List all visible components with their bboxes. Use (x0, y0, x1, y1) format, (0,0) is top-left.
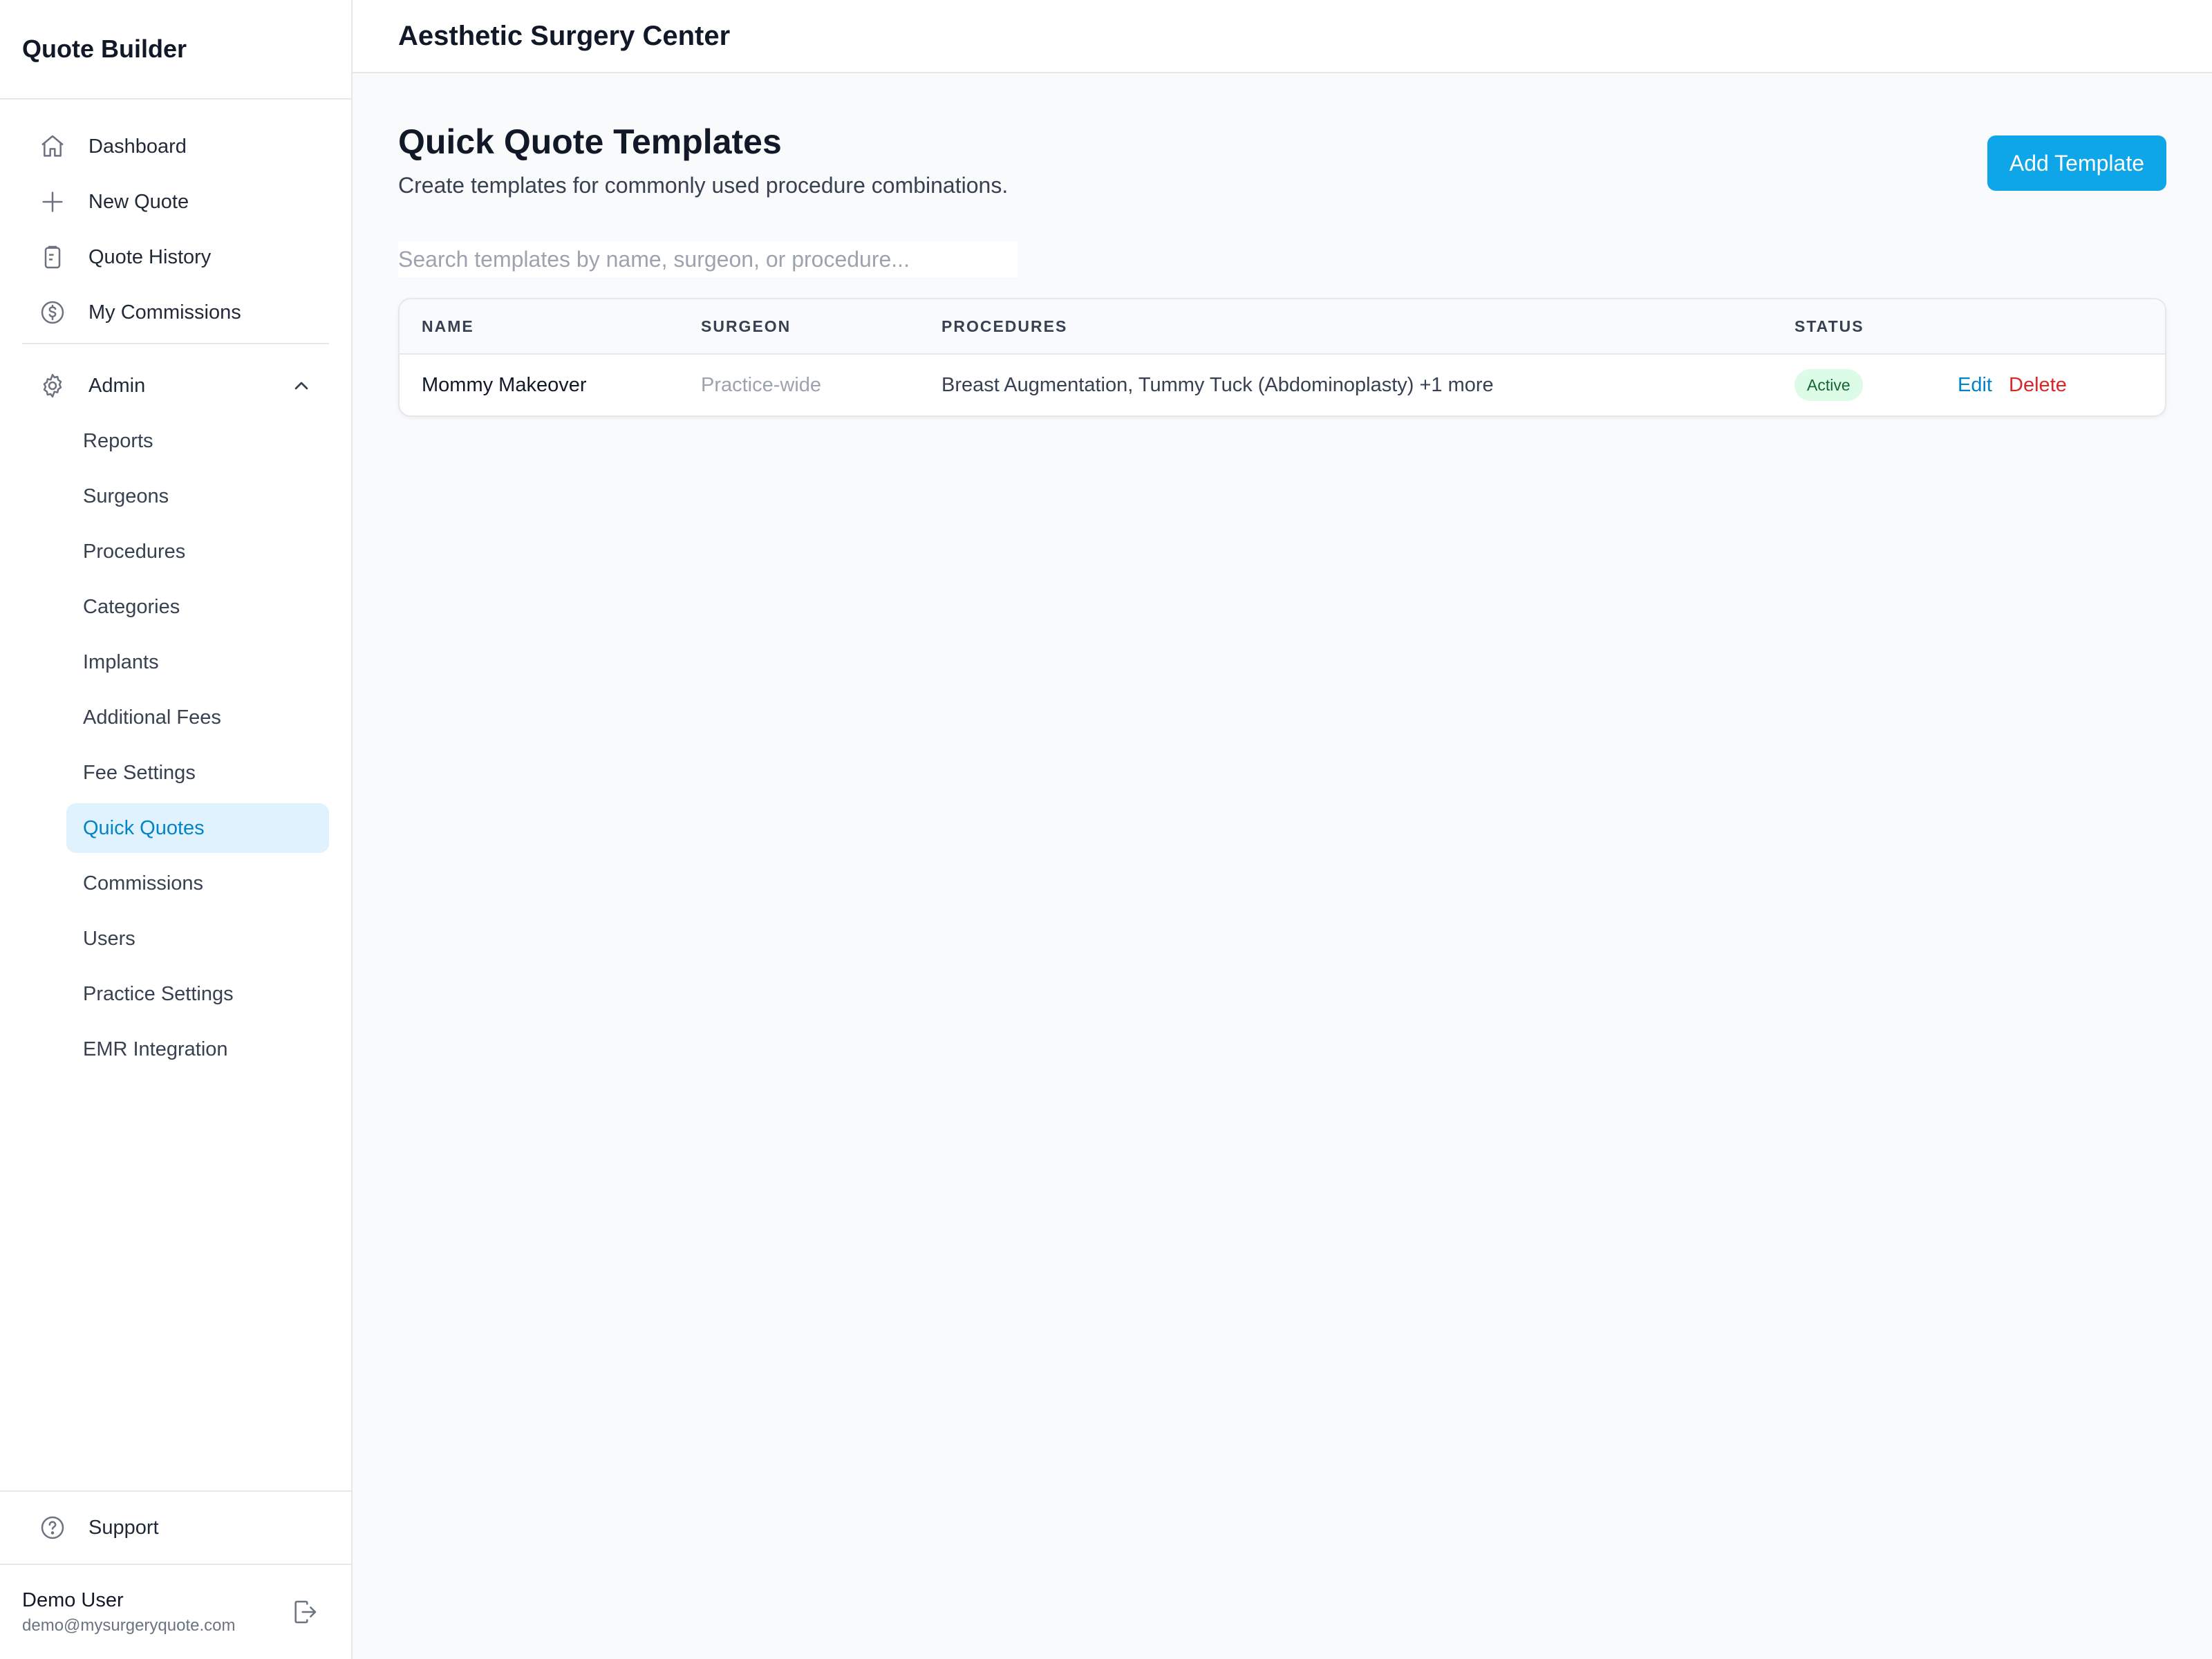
delete-link[interactable]: Delete (2009, 374, 2067, 396)
sidebar-item-procedures[interactable]: Procedures (66, 527, 329, 577)
sidebar-item-emr-integration[interactable]: EMR Integration (66, 1024, 329, 1074)
col-header-surgeon: SURGEON (701, 317, 791, 335)
sidebar-item-surgeons[interactable]: Surgeons (66, 471, 329, 521)
add-template-button[interactable]: Add Template (1987, 135, 2166, 191)
search-input[interactable] (398, 241, 1018, 277)
nav-divider (22, 343, 329, 344)
sidebar-item-label: Dashboard (88, 135, 187, 158)
page-content: Quick Quote Templates Create templates f… (353, 73, 2212, 417)
sidebar-item-implants[interactable]: Implants (66, 637, 329, 687)
sidebar-item-label: Admin (88, 374, 146, 397)
templates-table: NAME SURGEON PROCEDURES STATUS Mommy Mak… (398, 298, 2166, 417)
sidebar-item-new-quote[interactable]: New Quote (22, 177, 329, 227)
sidebar-item-my-commissions[interactable]: My Commissions (22, 288, 329, 337)
table-row: Mommy Makeover Practice-wide Breast Augm… (400, 355, 2165, 415)
support-label: Support (88, 1516, 159, 1539)
logout-icon[interactable] (291, 1598, 319, 1626)
sidebar-item-reports[interactable]: Reports (66, 416, 329, 466)
main-area: Aesthetic Surgery Center Quick Quote Tem… (353, 0, 2212, 1659)
practice-name: Aesthetic Surgery Center (353, 0, 2212, 73)
col-header-name: NAME (422, 317, 474, 335)
sidebar-item-label: Quote History (88, 245, 212, 268)
edit-link[interactable]: Edit (1958, 374, 1992, 396)
app-root: Quote Builder Dashboard New Quote Quote … (0, 0, 2212, 1659)
help-circle-icon (39, 1514, 66, 1541)
sidebar: Quote Builder Dashboard New Quote Quote … (0, 0, 353, 1659)
sidebar-item-commissions[interactable]: Commissions (66, 859, 329, 908)
sidebar-item-admin[interactable]: Admin (22, 361, 329, 411)
clipboard-icon (39, 243, 66, 271)
table-header: NAME SURGEON PROCEDURES STATUS (400, 299, 2165, 355)
col-header-status: STATUS (1794, 317, 1864, 335)
row-status-cell: Active (1794, 369, 1958, 401)
sidebar-item-dashboard[interactable]: Dashboard (22, 122, 329, 171)
status-badge: Active (1794, 369, 1863, 401)
row-procedures: Breast Augmentation, Tummy Tuck (Abdomin… (941, 373, 1494, 396)
sidebar-item-label: New Quote (88, 190, 189, 213)
row-surgeon: Practice-wide (701, 373, 822, 396)
home-icon (39, 133, 66, 160)
user-panel: Demo User demo@mysurgeryquote.com (0, 1564, 352, 1659)
sidebar-item-categories[interactable]: Categories (66, 582, 329, 632)
sidebar-nav: Dashboard New Quote Quote History My Com… (0, 100, 351, 1080)
plus-icon (39, 188, 66, 216)
sidebar-item-label: My Commissions (88, 301, 241, 324)
page-header: Quick Quote Templates Create templates f… (398, 118, 2166, 198)
page-heading: Quick Quote Templates Create templates f… (398, 118, 1008, 198)
row-actions: Edit Delete (1958, 374, 2165, 397)
user-email: demo@mysurgeryquote.com (22, 1615, 236, 1635)
page-subtitle: Create templates for commonly used proce… (398, 173, 1009, 198)
sidebar-item-quick-quotes[interactable]: Quick Quotes (66, 803, 329, 853)
user-name: Demo User (22, 1588, 124, 1611)
brand-title: Quote Builder (0, 0, 351, 100)
page-title: Quick Quote Templates (398, 122, 782, 161)
dollar-icon (39, 299, 66, 326)
row-name: Mommy Makeover (422, 373, 587, 396)
sidebar-item-quote-history[interactable]: Quote History (22, 232, 329, 282)
sidebar-item-practice-settings[interactable]: Practice Settings (66, 969, 329, 1019)
chevron-up-icon[interactable] (290, 375, 312, 397)
col-header-procedures: PROCEDURES (941, 317, 1068, 335)
user-info: Demo User demo@mysurgeryquote.com (22, 1589, 291, 1635)
sidebar-footer: Support Demo User demo@mysurgeryquote.co… (0, 1490, 352, 1659)
sidebar-item-support[interactable]: Support (0, 1490, 352, 1564)
gear-icon (39, 372, 66, 400)
sidebar-item-users[interactable]: Users (66, 914, 329, 964)
sidebar-item-fee-settings[interactable]: Fee Settings (66, 748, 329, 798)
sidebar-item-additional-fees[interactable]: Additional Fees (66, 693, 329, 742)
